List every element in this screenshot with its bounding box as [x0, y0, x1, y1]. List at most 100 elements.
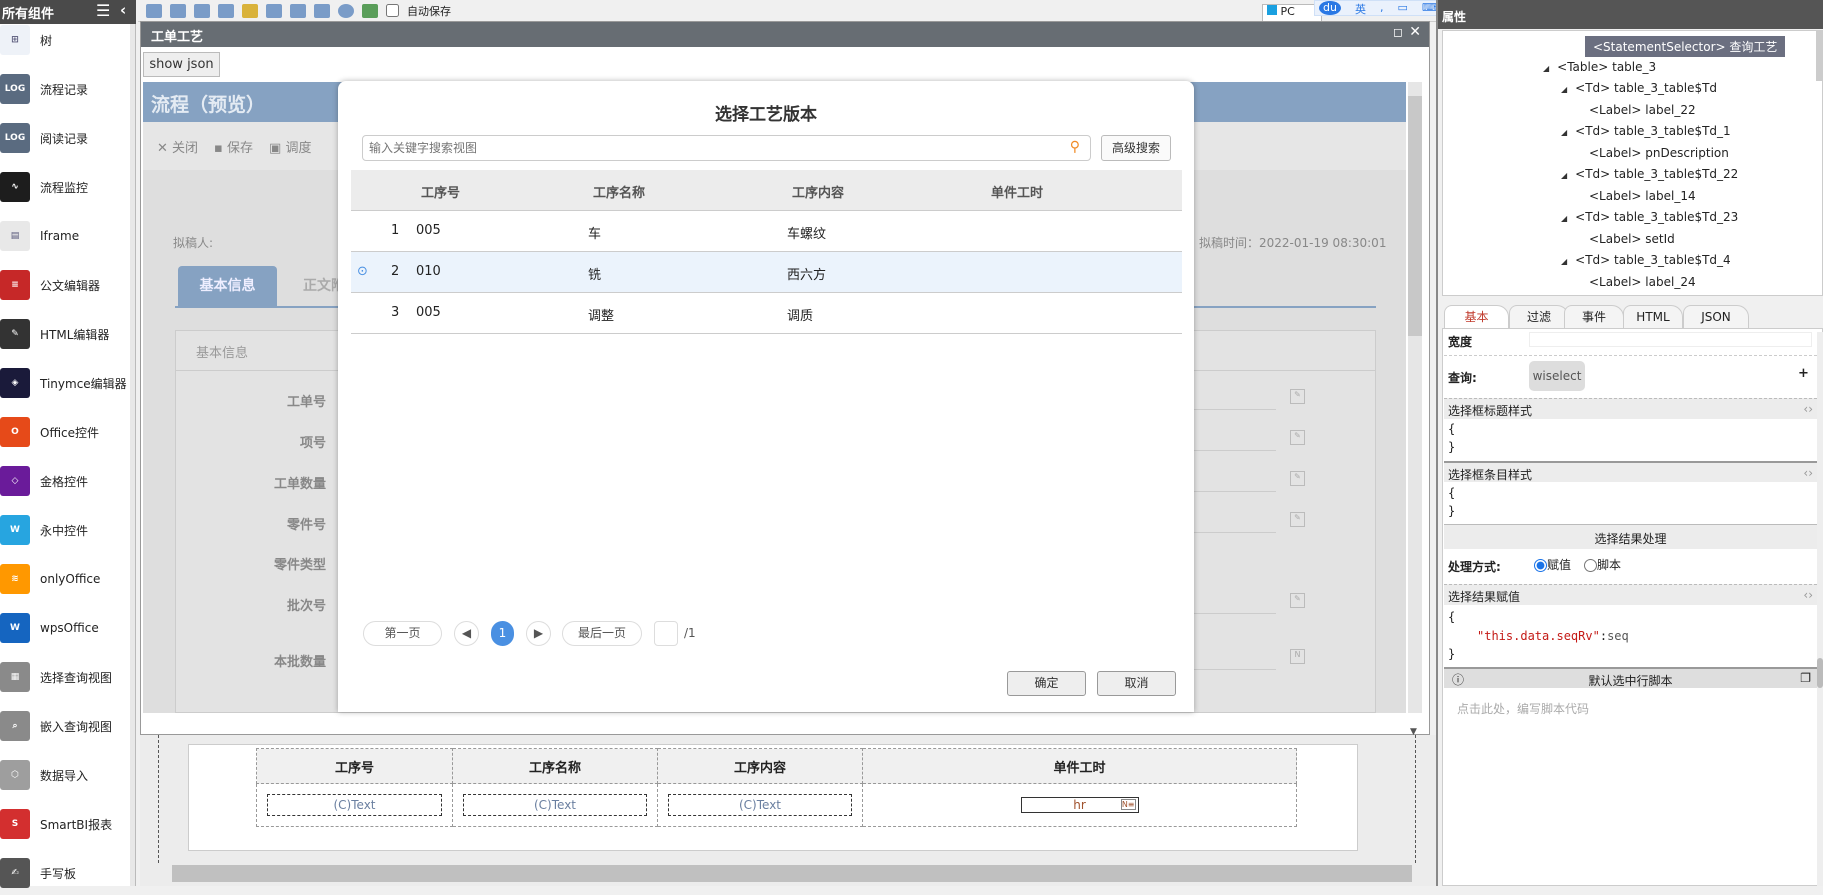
brace-open[interactable]: { [1448, 610, 1455, 624]
preview-icon[interactable] [194, 3, 210, 18]
tree-node[interactable]: ◢ <Td> table_3_table$Td_23 [1561, 210, 1738, 224]
maximize-icon[interactable]: ◻ [1393, 25, 1403, 39]
tree-node-selected[interactable]: <StatementSelector> 查询工艺 [1585, 36, 1786, 57]
scroll-down-icon[interactable]: ▼ [1410, 727, 1417, 737]
sidebar-item[interactable]: ≡ 公文编辑器 [0, 263, 132, 307]
sidebar-item[interactable]: ∿ 流程监控 [0, 165, 132, 209]
sidebar-scrollbar[interactable] [130, 24, 135, 886]
code-icon[interactable]: ‹› [1803, 402, 1813, 416]
pc-button[interactable]: PC [1262, 4, 1322, 22]
restore-icon[interactable]: ❐ [1800, 671, 1811, 685]
close-icon[interactable]: ✕ [1409, 24, 1421, 40]
sidebar-item[interactable]: ✎ HTML编辑器 [0, 312, 132, 356]
edit-icon[interactable]: ✎ [1290, 471, 1305, 486]
sidebar-item[interactable]: ✍ 手写板 [0, 851, 132, 895]
sidebar-item[interactable]: ◈ Tinymce编辑器 [0, 361, 132, 405]
page-1-button[interactable]: 1 [491, 621, 514, 646]
query-select-button[interactable]: wiselect [1529, 361, 1585, 391]
print-icon[interactable] [218, 3, 234, 18]
close-action[interactable]: ✕ 关闭 [157, 137, 198, 156]
sidebar-item[interactable]: LOG 流程记录 [0, 67, 132, 111]
sidebar-item[interactable]: ⬡ 数据导入 [0, 753, 132, 797]
text-field[interactable]: (C)Text [266, 794, 443, 816]
export-icon[interactable] [362, 3, 378, 18]
sidebar-item[interactable]: ◇ 金格控件 [0, 459, 132, 503]
table-row[interactable]: 1 005 车 车螺纹 [351, 211, 1182, 252]
tab-basic-info[interactable]: 基本信息 [178, 266, 277, 306]
sidebar-item[interactable]: ▦ 选择查询视图 [0, 655, 132, 699]
paste-icon[interactable] [290, 3, 306, 18]
sidebar-item[interactable]: S SmartBI报表 [0, 802, 132, 846]
tree-node[interactable]: ◢ <Td> table_3_table$Td_4 [1561, 253, 1731, 267]
next-page-button[interactable]: ▶ [526, 621, 551, 646]
brace-close[interactable]: } [1448, 440, 1455, 454]
save-as-icon[interactable] [170, 3, 186, 18]
prev-page-button[interactable]: ◀ [454, 621, 479, 646]
prop-tab[interactable]: 过滤 [1509, 305, 1569, 328]
tree-node[interactable]: ◢ <Td> table_3_table$Td [1561, 81, 1717, 95]
hr-number-field[interactable]: hr N≡ [1020, 797, 1139, 813]
tree-node[interactable]: ◢ <Table> table_3 [1543, 60, 1656, 74]
expand-triangle-icon[interactable]: ◢ [1561, 171, 1567, 180]
prop-tab[interactable]: 基本 [1444, 305, 1509, 328]
selected-radio-icon[interactable]: ⊙ [357, 264, 368, 279]
sidebar-item[interactable]: ≋ onlyOffice [0, 557, 132, 601]
assign-code-line[interactable]: "this.data.seqRv":seq [1477, 629, 1629, 643]
brace-close[interactable]: } [1448, 504, 1455, 518]
sidebar-item[interactable]: O Office控件 [0, 410, 132, 454]
expand-triangle-icon[interactable]: ◢ [1561, 85, 1567, 94]
cancel-button[interactable]: 取消 [1097, 671, 1176, 696]
first-page-button[interactable]: 第一页 [363, 621, 442, 646]
add-query-icon[interactable]: + [1798, 366, 1809, 381]
text-field[interactable]: (C)Text [463, 794, 647, 816]
preview-scrollbar[interactable] [1408, 82, 1422, 713]
prop-tab[interactable]: 事件 [1564, 305, 1624, 328]
page-input[interactable] [654, 621, 678, 646]
tree-node[interactable]: ◢ <Td> table_3_table$Td_1 [1561, 124, 1731, 138]
form-icon[interactable] [314, 3, 330, 18]
tree-node[interactable]: <Label> label_24 [1589, 275, 1696, 289]
sidebar-item[interactable]: LOG 阅读记录 [0, 116, 132, 160]
designer-table[interactable]: 工序号 工序名称 工序内容 单件工时 (C)Text (C)Text (C)Te… [256, 748, 1297, 827]
mode-assign-radio[interactable]: 赋值 [1534, 556, 1571, 573]
sidebar-item[interactable]: ⊞ 树 [0, 18, 132, 62]
expand-triangle-icon[interactable]: ◢ [1543, 64, 1549, 73]
magic-icon[interactable] [242, 3, 258, 18]
tree-node[interactable]: <Label> setId [1589, 232, 1675, 246]
help-icon[interactable] [338, 3, 354, 18]
dispatch-action[interactable]: ▣ 调度 [269, 137, 311, 156]
edit-icon[interactable]: ✎ [1290, 593, 1305, 608]
edit-icon[interactable]: ✎ [1290, 512, 1305, 527]
tree-node[interactable]: <Label> label_22 [1589, 103, 1696, 117]
text-field[interactable]: (C)Text [668, 794, 852, 816]
prop-tab[interactable]: HTML [1623, 305, 1683, 328]
brace-open[interactable]: { [1448, 422, 1455, 436]
width-input[interactable] [1529, 332, 1812, 347]
expand-triangle-icon[interactable]: ◢ [1561, 128, 1567, 137]
table-row[interactable]: ⊙ 2 010 铣 西六方 [351, 252, 1182, 293]
confirm-button[interactable]: 确定 [1007, 671, 1086, 696]
last-page-button[interactable]: 最后一页 [562, 621, 642, 646]
table-row[interactable]: 3 005 调整 调质 [351, 293, 1182, 334]
sidebar-item[interactable]: ▤ Iframe [0, 214, 132, 258]
horizontal-scrollbar[interactable] [172, 865, 1412, 882]
code-icon[interactable]: ‹› [1803, 588, 1813, 602]
tree-node[interactable]: <Label> label_14 [1589, 189, 1696, 203]
script-editor-placeholder[interactable]: 点击此处，编写脚本代码 [1457, 700, 1589, 717]
autosave-checkbox[interactable] [386, 4, 399, 17]
collapse-icon[interactable]: ‹ [120, 1, 126, 19]
show-json-button[interactable]: show json [143, 52, 220, 77]
search-icon[interactable]: ⚲ [1070, 139, 1080, 155]
edit-icon[interactable]: ✎ [1290, 430, 1305, 445]
sidebar-item[interactable]: W 永中控件 [0, 508, 132, 552]
expand-triangle-icon[interactable]: ◢ [1561, 257, 1567, 266]
sidebar-item[interactable]: WwpsOffice [0, 606, 132, 650]
tree-node[interactable]: <Label> pnDescription [1589, 146, 1729, 160]
brace-open[interactable]: { [1448, 486, 1455, 500]
tab-attachments[interactable]: 正文附件 [303, 266, 343, 306]
advanced-search-button[interactable]: 高级搜索 [1101, 135, 1171, 161]
brace-close[interactable]: } [1448, 647, 1455, 661]
edit-icon[interactable]: ✎ [1290, 389, 1305, 404]
sidebar-item[interactable]: ⌕ 嵌入查询视图 [0, 704, 132, 748]
edit-icon[interactable]: N [1290, 649, 1305, 664]
